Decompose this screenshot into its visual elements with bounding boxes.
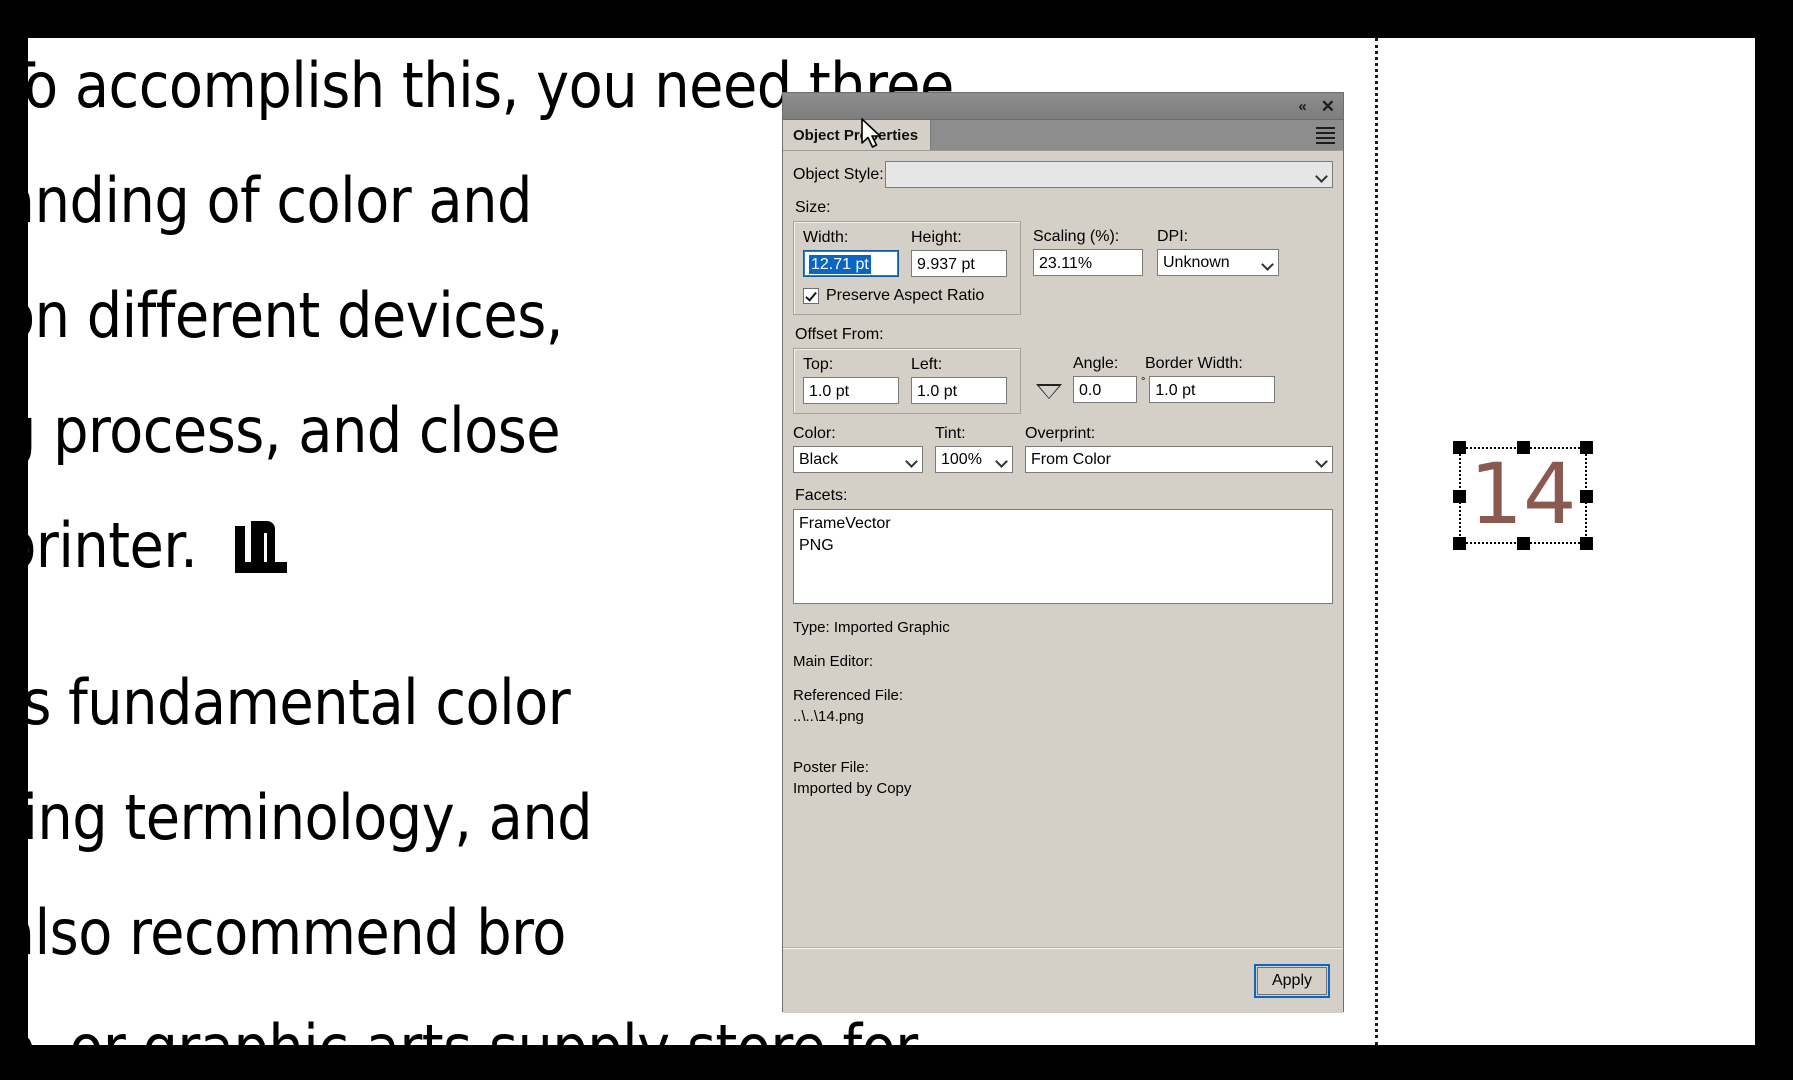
page-margin-guide bbox=[1375, 38, 1378, 1045]
scaling-dpi-inputs: 23.11% Unknown bbox=[1033, 249, 1279, 276]
chevron-down-icon bbox=[907, 457, 916, 466]
tab-row-filler bbox=[931, 120, 1343, 150]
left-label: Left: bbox=[911, 356, 943, 373]
object-style-select[interactable] bbox=[885, 161, 1333, 188]
angle-border-inputs: 0.0 ° 1.0 pt bbox=[1073, 376, 1276, 403]
offset-groupbox: Top: Left: 1.0 pt 1.0 pt bbox=[793, 348, 1021, 414]
facets-list-item[interactable]: FrameVector bbox=[799, 513, 1327, 535]
resize-handle-bottom-left[interactable] bbox=[1453, 537, 1466, 550]
degree-symbol: ° bbox=[1141, 376, 1146, 388]
chevron-down-icon bbox=[1317, 172, 1326, 181]
top-input[interactable]: 1.0 pt bbox=[803, 377, 899, 404]
panel-footer: Apply bbox=[783, 947, 1343, 1013]
poster-file-value: Imported by Copy bbox=[793, 780, 912, 797]
tab-object-properties[interactable]: Object Properties bbox=[783, 120, 932, 150]
border-width-input[interactable]: 1.0 pt bbox=[1149, 376, 1276, 403]
resize-handle-top-center[interactable] bbox=[1517, 441, 1530, 454]
left-input[interactable]: 1.0 pt bbox=[911, 377, 1007, 404]
color-row-controls: Black 100% From Color bbox=[793, 446, 1333, 473]
height-label: Height: bbox=[911, 229, 962, 246]
scaling-dpi-labels: Scaling (%): DPI: bbox=[1033, 228, 1279, 246]
offset-field-labels: Top: Left: bbox=[803, 356, 1011, 374]
referenced-file-label: Referenced File: bbox=[793, 687, 904, 704]
height-value: 9.937 pt bbox=[917, 256, 975, 273]
scaling-input[interactable]: 23.11% bbox=[1033, 249, 1143, 276]
facets-label: Facets: bbox=[795, 487, 848, 504]
overprint-label: Overprint: bbox=[1025, 425, 1096, 442]
close-icon[interactable]: ✕ bbox=[1321, 98, 1335, 115]
resize-handle-top-left[interactable] bbox=[1453, 441, 1466, 454]
angle-border-group: Angle: Border Width: 0.0 ° 1.0 pt bbox=[1073, 348, 1276, 403]
size-groupbox: Width: Height: 12.71 pt 9.937 pt Preserv… bbox=[793, 221, 1021, 315]
width-input[interactable]: 12.71 pt bbox=[803, 250, 899, 277]
overprint-select[interactable]: From Color bbox=[1025, 446, 1333, 473]
chevron-down-icon bbox=[1263, 260, 1272, 269]
offset-field-inputs: 1.0 pt 1.0 pt bbox=[803, 377, 1011, 404]
angle-border-labels: Angle: Border Width: bbox=[1073, 355, 1275, 373]
size-section: Width: Height: 12.71 pt 9.937 pt Preserv… bbox=[793, 221, 1333, 315]
offset-section-label: Offset From: bbox=[795, 326, 884, 343]
offset-section: Top: Left: 1.0 pt 1.0 pt Angle: Border W… bbox=[793, 348, 1333, 414]
rotation-angle-icon bbox=[1035, 382, 1063, 406]
tab-label: Object Properties bbox=[793, 126, 919, 144]
object-style-label: Object Style: bbox=[793, 165, 884, 183]
bar-chart-glyph-icon bbox=[231, 521, 288, 573]
object-properties-panel[interactable]: « ✕ Object Properties Object Style: Size… bbox=[782, 92, 1344, 1013]
apply-button[interactable]: Apply bbox=[1253, 963, 1331, 998]
object-type-text: Type: Imported Graphic bbox=[793, 619, 950, 636]
chevron-down-icon bbox=[997, 457, 1006, 466]
resize-handle-bottom-center[interactable] bbox=[1517, 537, 1530, 550]
facets-listbox[interactable]: FrameVector PNG bbox=[793, 509, 1333, 604]
dpi-label: DPI: bbox=[1157, 228, 1189, 245]
tint-value: 100% bbox=[941, 451, 982, 468]
resize-handle-middle-left[interactable] bbox=[1453, 489, 1466, 503]
size-field-inputs: 12.71 pt 9.937 pt bbox=[803, 250, 1011, 277]
preserve-aspect-ratio-row[interactable]: Preserve Aspect Ratio bbox=[803, 287, 1011, 305]
scaling-label: Scaling (%): bbox=[1033, 228, 1120, 245]
preserve-aspect-ratio-checkbox[interactable] bbox=[803, 288, 819, 304]
dpi-select[interactable]: Unknown bbox=[1157, 249, 1279, 276]
width-label: Width: bbox=[803, 229, 849, 246]
tint-label: Tint: bbox=[935, 425, 966, 442]
hamburger-menu-icon[interactable] bbox=[1316, 124, 1335, 147]
top-value: 1.0 pt bbox=[809, 383, 850, 400]
selected-graphic-frame[interactable]: 14 bbox=[1453, 441, 1593, 550]
border-width-value: 1.0 pt bbox=[1155, 382, 1196, 399]
tint-select[interactable]: 100% bbox=[935, 446, 1013, 473]
resize-handle-bottom-right[interactable] bbox=[1580, 537, 1593, 550]
size-field-labels: Width: Height: bbox=[803, 229, 1011, 247]
height-input[interactable]: 9.937 pt bbox=[911, 250, 1007, 277]
border-width-label: Border Width: bbox=[1145, 355, 1243, 372]
angle-label: Angle: bbox=[1073, 355, 1119, 372]
color-select[interactable]: Black bbox=[793, 446, 923, 473]
graphic-label: 14 bbox=[1469, 444, 1577, 543]
angle-value: 0.0 bbox=[1079, 382, 1102, 399]
size-section-label: Size: bbox=[795, 199, 831, 216]
document-line-text: printer. bbox=[28, 509, 198, 582]
angle-input[interactable]: 0.0 bbox=[1073, 376, 1137, 403]
left-value: 1.0 pt bbox=[917, 383, 958, 400]
object-style-row: Object Style: bbox=[793, 161, 1333, 188]
panel-titlebar[interactable]: « ✕ bbox=[783, 93, 1343, 120]
panel-body: Object Style: Size: Width: Height: 12.71… bbox=[783, 151, 1343, 1013]
scaling-dpi-group: Scaling (%): DPI: 23.11% Unknown bbox=[1033, 221, 1279, 276]
facets-list-item[interactable]: PNG bbox=[799, 535, 1327, 557]
color-label: Color: bbox=[793, 425, 836, 442]
color-row-labels: Color: Tint: Overprint: bbox=[793, 425, 1333, 443]
resize-handle-middle-right[interactable] bbox=[1580, 489, 1593, 503]
preserve-aspect-ratio-label: Preserve Aspect Ratio bbox=[826, 287, 985, 304]
chevron-down-icon bbox=[1317, 457, 1326, 466]
panel-tab-row[interactable]: Object Properties bbox=[783, 120, 1343, 151]
poster-file-label: Poster File: bbox=[793, 759, 869, 776]
top-label: Top: bbox=[803, 356, 834, 373]
referenced-file-value: ..\..\14.png bbox=[793, 708, 864, 725]
scaling-value: 23.11% bbox=[1039, 255, 1093, 272]
width-value: 12.71 pt bbox=[809, 255, 871, 274]
dpi-value: Unknown bbox=[1163, 254, 1230, 271]
main-editor-label: Main Editor: bbox=[793, 653, 874, 670]
resize-handle-top-right[interactable] bbox=[1580, 441, 1593, 454]
color-value: Black bbox=[799, 451, 839, 468]
overprint-value: From Color bbox=[1031, 451, 1112, 468]
collapse-icon[interactable]: « bbox=[1298, 99, 1306, 114]
